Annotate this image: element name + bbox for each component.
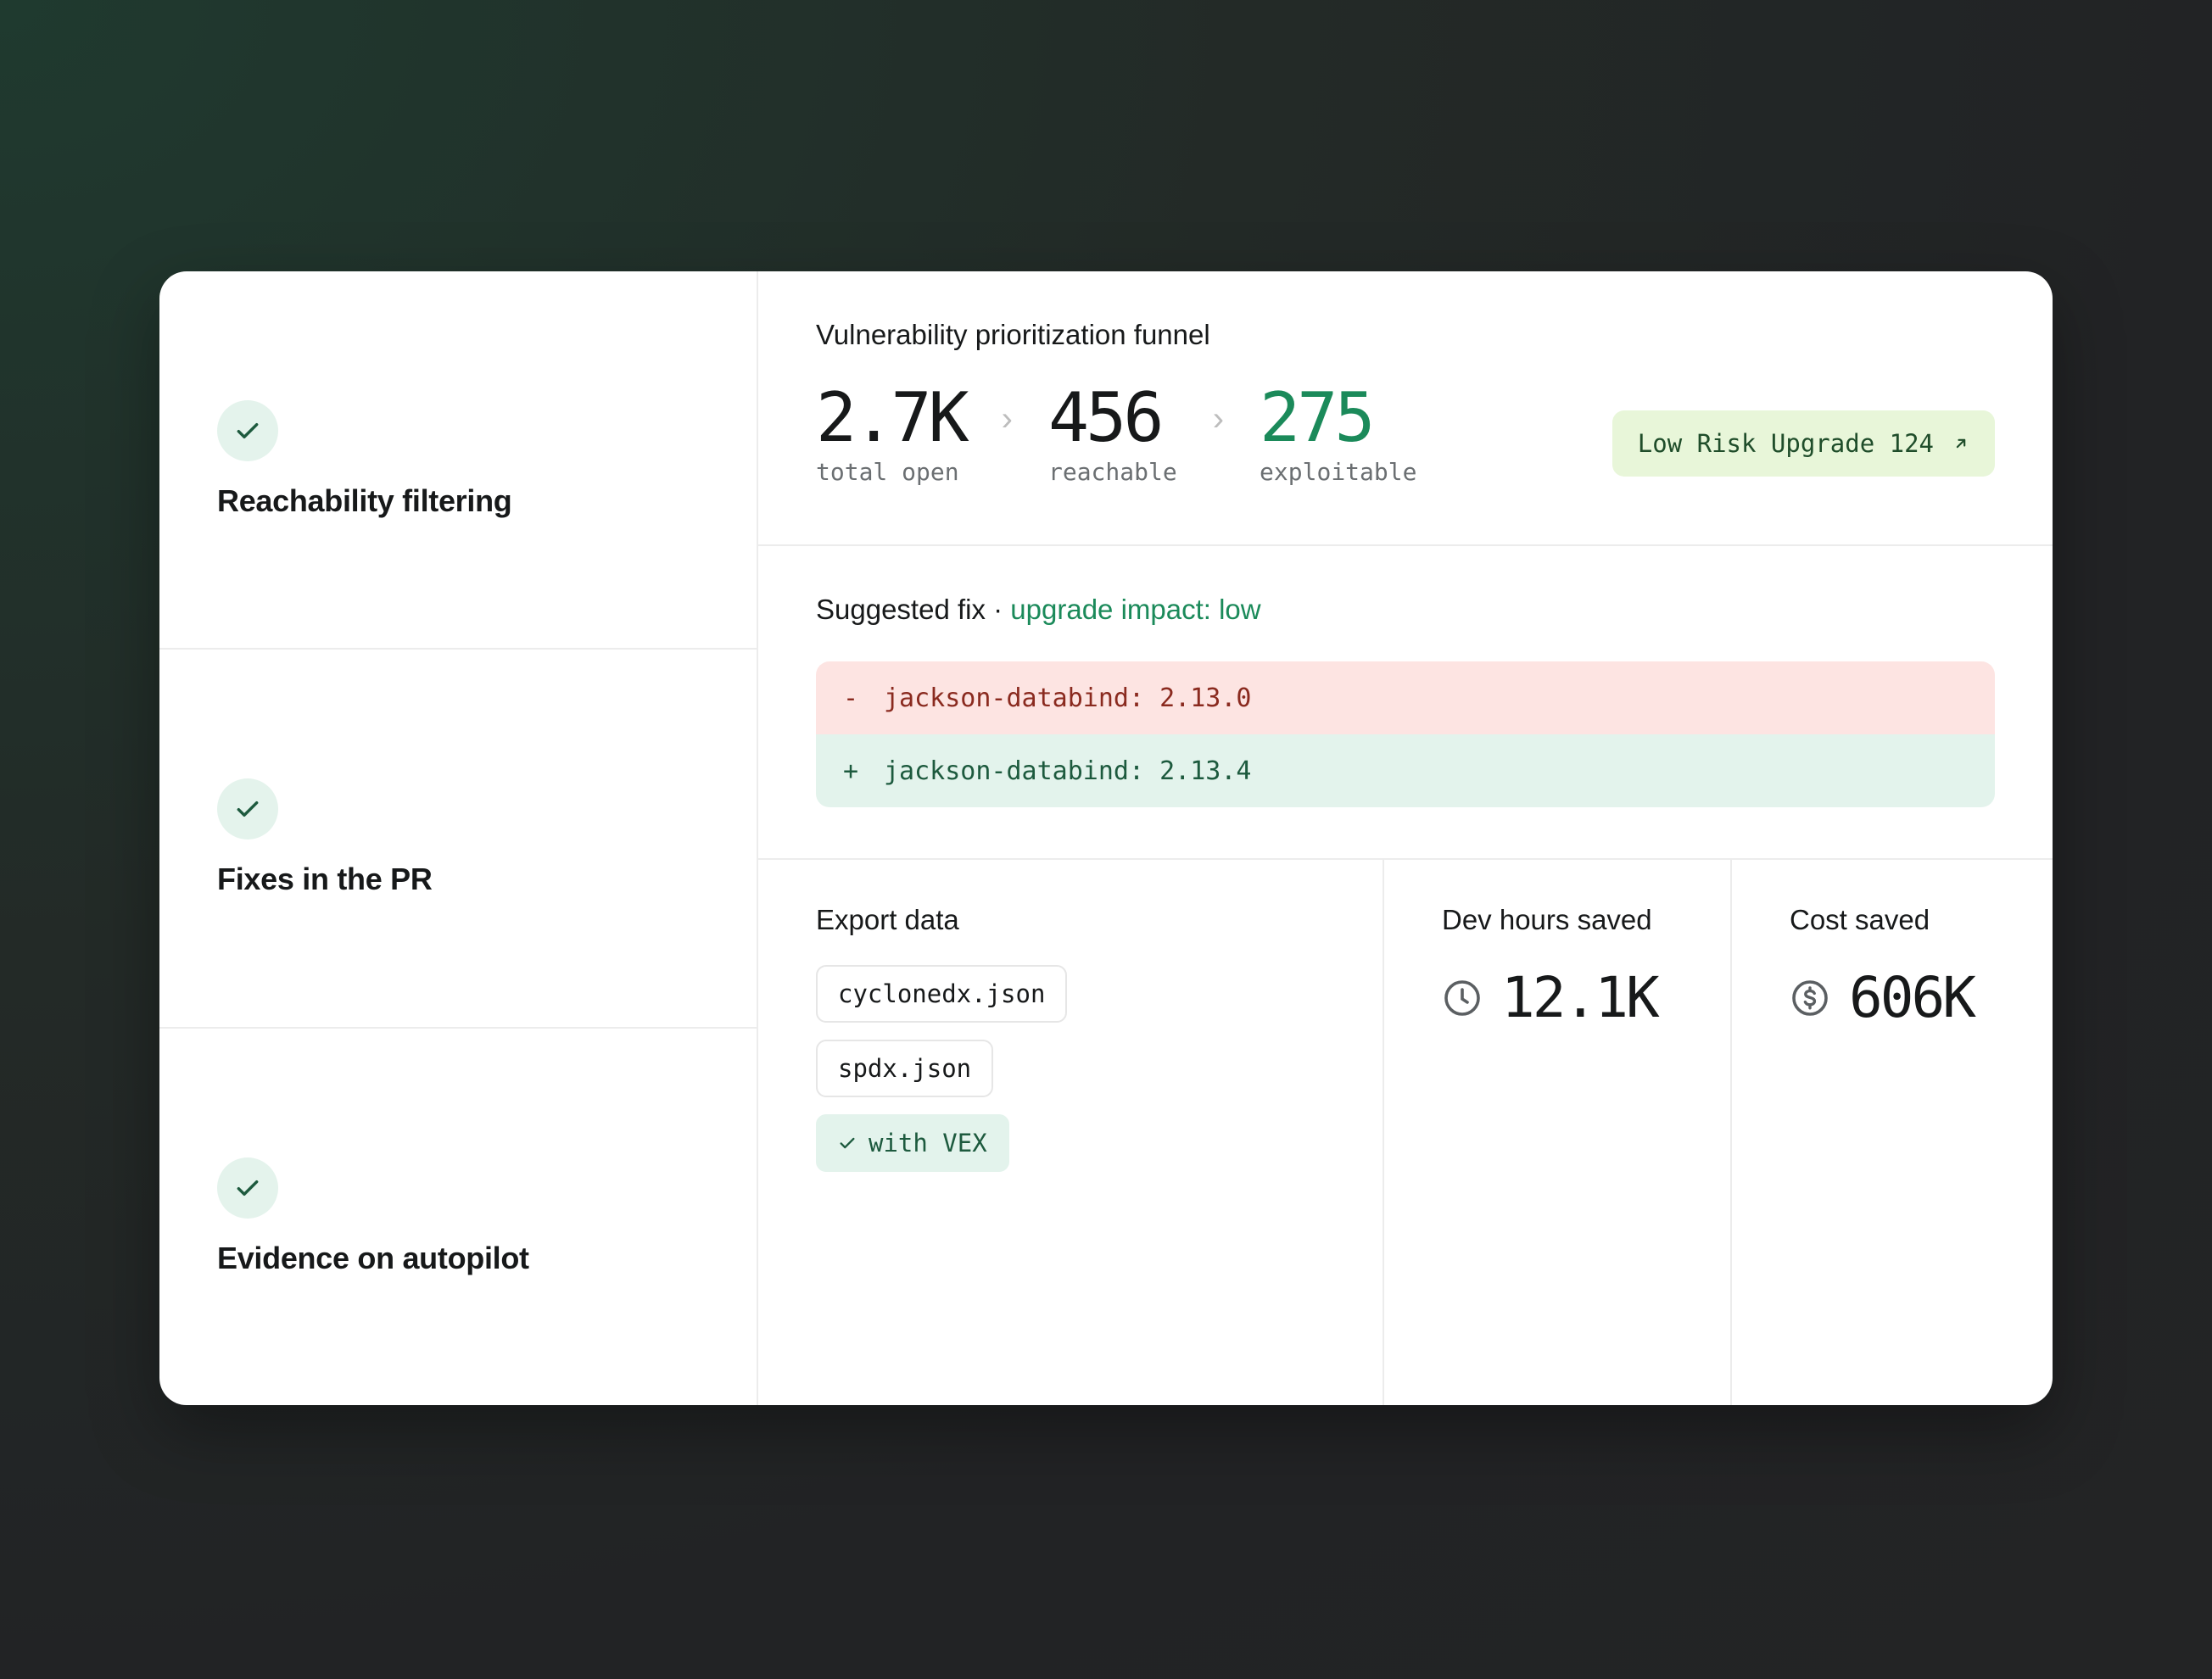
dev-hours-metric: 12.1K (1442, 965, 1673, 1030)
funnel-title: Vulnerability prioritization funnel (816, 319, 1210, 350)
feature-item: Evidence on autopilot (159, 1029, 757, 1405)
stat-value: 456 (1047, 378, 1164, 457)
feature-label: Reachability filtering (217, 483, 512, 519)
fix-title-label: Suggested fix · (816, 594, 1011, 625)
export-files: cyclonedx.json spdx.json with VEX (816, 965, 1325, 1172)
chevron-right-icon: › (1001, 400, 1013, 438)
arrow-up-right-icon (1952, 435, 1969, 452)
low-risk-upgrade-button[interactable]: Low Risk Upgrade 124 (1612, 410, 1995, 477)
bottom-metrics: Export data cyclonedx.json spdx.json wit… (758, 860, 2053, 1405)
diff-added-line: + jackson-databind: 2.13.4 (816, 734, 1995, 807)
feature-label: Fixes in the PR (217, 862, 433, 897)
dev-hours-title: Dev hours saved (1442, 904, 1652, 935)
dev-hours-value: 12.1K (1501, 965, 1660, 1030)
feature-item: Fixes in the PR (159, 650, 757, 1029)
cost-saved-section: Cost saved 606K (1732, 860, 2053, 1405)
dev-hours-section: Dev hours saved 12.1K (1384, 860, 1732, 1405)
minus-sign: - (843, 683, 859, 713)
dependency-diff: - jackson-databind: 2.13.0 + jackson-dat… (816, 661, 1995, 807)
stat-label: exploitable (1260, 458, 1417, 486)
dashboard-card: Reachability filtering Fixes in the PR E… (159, 271, 2053, 1405)
export-title: Export data (816, 904, 959, 935)
diff-added-text: jackson-databind: 2.13.4 (884, 756, 1252, 786)
funnel-section: Vulnerability prioritization funnel 2.7K… (758, 271, 2053, 546)
details-panel: Vulnerability prioritization funnel 2.7K… (758, 271, 2053, 1405)
export-data-section: Export data cyclonedx.json spdx.json wit… (758, 860, 1384, 1405)
feature-list: Reachability filtering Fixes in the PR E… (159, 271, 758, 1405)
stat-total-open: 2.7K total open (816, 378, 969, 487)
clock-icon (1444, 979, 1480, 1016)
cost-value: 606K (1849, 965, 1976, 1030)
stat-label: total open (816, 458, 959, 486)
vex-label: with VEX (869, 1129, 987, 1157)
cost-metric: 606K (1790, 965, 1995, 1030)
suggested-fix-section: Suggested fix · upgrade impact: low - ja… (758, 546, 2053, 860)
stat-value: 275 (1260, 378, 1376, 457)
fix-title: Suggested fix · upgrade impact: low (816, 594, 1995, 626)
check-icon (840, 1137, 855, 1149)
chevron-right-icon: › (1212, 400, 1225, 438)
dollar-icon (1792, 979, 1828, 1016)
diff-removed-line: - jackson-databind: 2.13.0 (816, 661, 1995, 734)
with-vex-toggle[interactable]: with VEX (816, 1114, 1009, 1172)
plus-sign: + (843, 756, 859, 786)
stat-exploitable: 275 exploitable (1260, 378, 1417, 487)
stat-reachable: 456 reachable (1047, 378, 1177, 487)
upgrade-impact-label: upgrade impact: low (1010, 594, 1261, 625)
check-icon (217, 1157, 278, 1219)
stat-value: 2.7K (816, 378, 969, 457)
badge-label: Low Risk Upgrade 124 (1637, 429, 1934, 458)
export-cyclonedx-button[interactable]: cyclonedx.json (816, 965, 1068, 1023)
check-icon (217, 778, 278, 840)
check-icon (217, 400, 278, 462)
feature-label: Evidence on autopilot (217, 1240, 529, 1275)
export-spdx-button[interactable]: spdx.json (816, 1040, 994, 1097)
feature-item: Reachability filtering (159, 271, 757, 650)
diff-removed-text: jackson-databind: 2.13.0 (884, 683, 1252, 713)
stat-label: reachable (1047, 458, 1177, 486)
cost-title: Cost saved (1790, 904, 1930, 935)
